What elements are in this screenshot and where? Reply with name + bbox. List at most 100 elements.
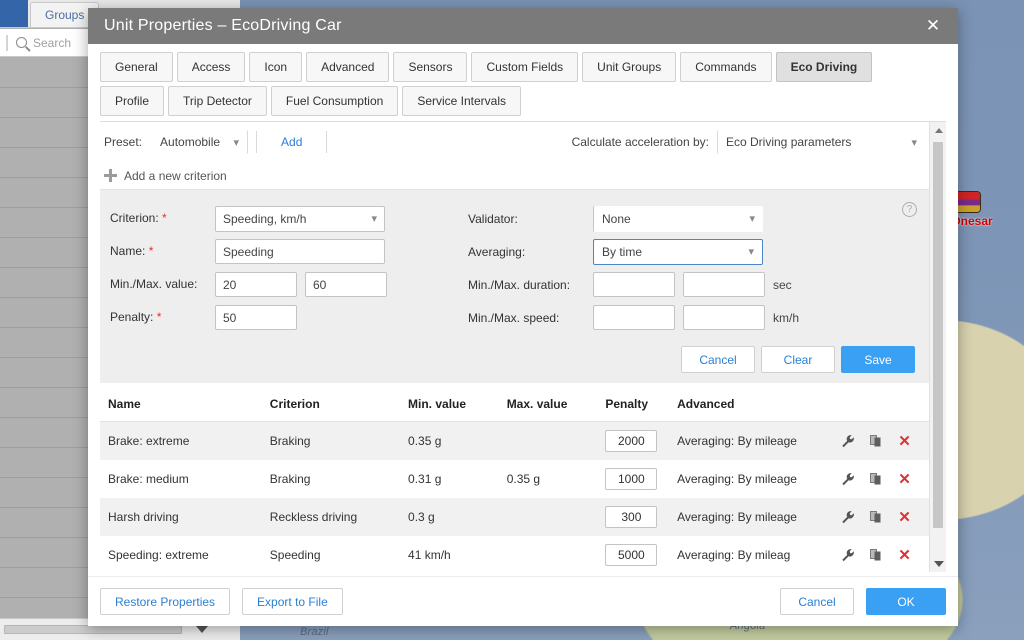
add-criterion-label[interactable]: Add a new criterion — [124, 169, 227, 183]
cell-penalty: 2000 — [601, 422, 673, 461]
column-header-actions — [837, 387, 929, 422]
preset-select-value: Automobile — [160, 135, 220, 149]
cell-criterion: Speeding — [266, 536, 404, 572]
minmax-value-label: Min./Max. value: — [110, 277, 215, 292]
cell-penalty: 1000 — [601, 460, 673, 498]
clear-criterion-button[interactable]: Clear — [761, 346, 835, 373]
validator-select[interactable]: None ▾ — [593, 206, 763, 232]
restore-properties-button[interactable]: Restore Properties — [100, 588, 230, 615]
column-header-min-value: Min. value — [404, 387, 503, 422]
penalty-input[interactable]: 1000 — [605, 468, 657, 490]
tab-general[interactable]: General — [100, 52, 173, 82]
max-duration-input[interactable] — [683, 272, 765, 297]
criterion-select[interactable]: Speeding, km/h ▾ — [215, 206, 385, 232]
tab-trip-detector[interactable]: Trip Detector — [168, 86, 267, 116]
scroll-down-arrow-icon[interactable] — [930, 555, 946, 572]
tab-commands[interactable]: Commands — [680, 52, 771, 82]
chevron-down-icon: ▾ — [739, 212, 755, 225]
cell-actions: ✕ — [837, 460, 929, 498]
editor-left-column: Criterion: * Speeding, km/h ▾ Name: — [110, 202, 460, 334]
calculate-acceleration-select[interactable]: Eco Driving parameters ▾ — [717, 130, 925, 154]
required-asterisk: * — [162, 211, 167, 225]
scrollbar-thumb[interactable] — [933, 142, 943, 528]
cell-max-value: 0.35 g — [503, 460, 602, 498]
copy-icon[interactable] — [870, 473, 883, 486]
penalty-input[interactable]: 300 — [605, 506, 657, 528]
save-criterion-button[interactable]: Save — [841, 346, 915, 373]
tab-eco-driving[interactable]: Eco Driving — [776, 52, 873, 82]
footer-right-buttons: Cancel OK — [780, 588, 946, 615]
wrench-icon[interactable] — [841, 434, 855, 448]
cell-advanced: Averaging: By mileage — [673, 460, 837, 498]
criterion-editor-panel: ? Criterion: * Speeding, km/h ▾ — [100, 190, 929, 383]
delete-icon[interactable]: ✕ — [898, 472, 911, 487]
table-row[interactable]: Brake: extremeBraking0.35 g2000Averaging… — [100, 422, 929, 461]
tab-icon[interactable]: Icon — [249, 52, 302, 82]
delete-icon[interactable]: ✕ — [898, 548, 911, 563]
add-criterion-row[interactable]: Add a new criterion — [100, 162, 929, 190]
min-speed-input[interactable] — [593, 305, 675, 330]
scroll-up-arrow-icon[interactable] — [930, 122, 946, 139]
cancel-button[interactable]: Cancel — [780, 588, 854, 615]
collapse-caret-icon[interactable] — [196, 626, 208, 633]
plus-icon — [104, 169, 117, 182]
criteria-table: Name Criterion Min. value Max. value Pen… — [100, 387, 929, 572]
copy-icon[interactable] — [870, 511, 883, 524]
min-duration-input[interactable] — [593, 272, 675, 297]
panel-tab-accent — [0, 0, 28, 27]
tab-fuel-consumption[interactable]: Fuel Consumption — [271, 86, 398, 116]
name-field-row: Name: * Speeding — [110, 235, 460, 268]
chevron-down-icon: ▾ — [361, 212, 377, 225]
wrench-icon[interactable] — [841, 548, 855, 562]
table-row[interactable]: Speeding: extremeSpeeding41 km/h5000Aver… — [100, 536, 929, 572]
export-to-file-button[interactable]: Export to File — [242, 588, 343, 615]
delete-icon[interactable]: ✕ — [898, 434, 911, 449]
tab-service-intervals[interactable]: Service Intervals — [402, 86, 521, 116]
add-preset-button[interactable]: Add — [265, 135, 318, 149]
horizontal-scrollbar[interactable] — [4, 625, 182, 634]
speed-unit: km/h — [773, 311, 799, 325]
dialog-title: Unit Properties – EcoDriving Car — [104, 17, 918, 35]
close-icon[interactable]: ✕ — [918, 11, 948, 41]
duration-unit: sec — [773, 278, 792, 292]
averaging-select[interactable]: By time ▾ — [593, 239, 763, 265]
row-action-group: ✕ — [841, 472, 925, 487]
tab-profile[interactable]: Profile — [100, 86, 164, 116]
penalty-input[interactable]: 2000 — [605, 430, 657, 452]
copy-icon[interactable] — [870, 549, 883, 562]
cell-max-value — [503, 422, 602, 461]
tab-unit-groups[interactable]: Unit Groups — [582, 52, 676, 82]
help-icon[interactable]: ? — [902, 202, 917, 217]
penalty-input[interactable]: 5000 — [605, 544, 657, 566]
cancel-criterion-button[interactable]: Cancel — [681, 346, 755, 373]
row-action-group: ✕ — [841, 548, 925, 563]
vertical-scrollbar[interactable] — [929, 122, 946, 572]
max-speed-input[interactable] — [683, 305, 765, 330]
minmax-value-field-row: Min./Max. value: 20 60 — [110, 268, 460, 301]
table-row[interactable]: Harsh drivingReckless driving0.3 g300Ave… — [100, 498, 929, 536]
preset-select[interactable]: Automobile ▾ — [152, 130, 248, 154]
min-value-input[interactable]: 20 — [215, 272, 297, 297]
duration-field-row: Min./Max. duration: sec — [468, 268, 915, 301]
wrench-icon[interactable] — [841, 472, 855, 486]
delete-icon[interactable]: ✕ — [898, 510, 911, 525]
preset-label: Preset: — [104, 135, 142, 149]
wrench-icon[interactable] — [841, 510, 855, 524]
max-value-input[interactable]: 60 — [305, 272, 387, 297]
tab-sensors[interactable]: Sensors — [393, 52, 467, 82]
preset-bar: Preset: Automobile ▾ Add Calculate accel… — [100, 122, 929, 162]
penalty-input[interactable]: 50 — [215, 305, 297, 330]
table-row[interactable]: Brake: mediumBraking0.31 g0.35 g1000Aver… — [100, 460, 929, 498]
search-divider — [6, 35, 8, 51]
tab-advanced[interactable]: Advanced — [306, 52, 389, 82]
name-input[interactable]: Speeding — [215, 239, 385, 264]
required-asterisk: * — [157, 310, 162, 324]
tab-access[interactable]: Access — [177, 52, 246, 82]
criterion-field-row: Criterion: * Speeding, km/h ▾ — [110, 202, 460, 235]
copy-icon[interactable] — [870, 435, 883, 448]
cell-criterion: Reckless driving — [266, 498, 404, 536]
tab-custom-fields[interactable]: Custom Fields — [471, 52, 578, 82]
ok-button[interactable]: OK — [866, 588, 946, 615]
dialog-content: Preset: Automobile ▾ Add Calculate accel… — [100, 121, 946, 572]
search-input[interactable]: Search — [33, 36, 71, 50]
